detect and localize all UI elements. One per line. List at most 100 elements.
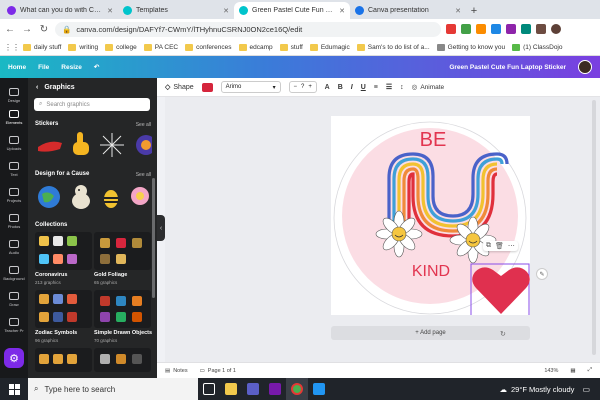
rail-item-audio[interactable]: Audio	[0, 240, 28, 255]
bookmark[interactable]: daily stuff	[23, 43, 61, 51]
menu-home[interactable]: Home	[8, 64, 26, 71]
fullscreen-icon[interactable]: ⤢	[588, 367, 592, 374]
file-explorer-icon[interactable]	[220, 378, 242, 400]
sticker-pointing-hand-thumb[interactable]	[68, 130, 92, 158]
sticker-design[interactable]: BE KIND	[331, 116, 530, 315]
back-chevron-icon[interactable]: ‹	[36, 84, 38, 91]
rail-item-elements[interactable]: Elements	[0, 110, 28, 125]
bookmark[interactable]: (1) ClassDojo	[512, 43, 563, 51]
extension-icon[interactable]	[446, 24, 456, 34]
rail-item-text[interactable]: Text	[0, 162, 28, 177]
minus-icon[interactable]: −	[293, 84, 297, 90]
design-text-kind[interactable]: KIND	[412, 263, 450, 280]
cause-world-thumb[interactable]	[36, 182, 62, 212]
shape-button[interactable]: ◇ Shape	[165, 83, 194, 92]
browser-tab[interactable]: Canva presentation ✕	[350, 2, 466, 19]
chrome-icon[interactable]	[286, 378, 308, 400]
task-view-icon[interactable]	[198, 378, 220, 400]
heart-shape[interactable]	[472, 267, 530, 314]
back-icon[interactable]: ←	[4, 24, 16, 35]
sticker-firework-thumb[interactable]	[98, 132, 126, 158]
bookmark[interactable]: edcamp	[238, 43, 273, 51]
rail-item-draw[interactable]: Draw	[0, 292, 28, 307]
trash-icon[interactable]: 🗑	[495, 242, 504, 250]
weather-widget[interactable]: ☁ 29°F Mostly cloudy	[499, 385, 582, 394]
close-tab-icon[interactable]: ✕	[339, 7, 345, 15]
extension-icon[interactable]	[506, 24, 516, 34]
undo-icon[interactable]: ↶	[94, 63, 99, 71]
color-swatch[interactable]	[201, 82, 213, 92]
taskbar-search-input[interactable]: ⌕ Type here to search	[28, 378, 198, 400]
more-options-icon[interactable]: ⋯	[508, 242, 515, 250]
extension-icon[interactable]	[536, 24, 546, 34]
browser-tab[interactable]: Templates ✕	[118, 2, 234, 19]
sticker-badge-thumb[interactable]	[132, 132, 152, 158]
animate-button[interactable]: ◎ Animate	[412, 83, 445, 92]
forward-icon[interactable]: →	[21, 24, 33, 35]
panel-scrollbar[interactable]	[152, 178, 155, 298]
teams-icon[interactable]	[242, 378, 264, 400]
canvas-scrollbar[interactable]	[592, 100, 596, 355]
collection-coronavirus-card[interactable]	[35, 232, 92, 270]
see-all-cause[interactable]: See all	[136, 172, 151, 178]
bookmark[interactable]: conferences	[185, 43, 232, 51]
bookmark[interactable]: Sam's to do list of a...	[356, 43, 430, 51]
cause-bee-thumb[interactable]	[100, 182, 122, 212]
bold-button[interactable]: B	[338, 84, 343, 91]
see-all-stickers[interactable]: See all	[136, 122, 151, 128]
onenote-icon[interactable]	[264, 378, 286, 400]
new-tab-button[interactable]: +	[466, 2, 482, 19]
comment-icon[interactable]: ✎	[536, 268, 548, 280]
bookmark[interactable]: college	[105, 43, 137, 51]
rail-item-background[interactable]: Background	[0, 266, 28, 281]
document-title[interactable]: Green Pastel Cute Fun Laptop Sticker	[449, 64, 566, 71]
collection-gold-foliage-card[interactable]	[94, 232, 151, 270]
copy-icon[interactable]: ⧉	[486, 242, 491, 250]
url-field[interactable]: 🔒 canva.com/design/DAFYf7-CWmY/lTHyhnuCS…	[55, 21, 441, 37]
cause-flower-thumb[interactable]	[128, 182, 152, 212]
magic-gear-button[interactable]: ⚙	[4, 348, 24, 368]
font-select[interactable]: Arimo ▾	[220, 81, 281, 93]
bookmark[interactable]: Edumagic	[309, 43, 350, 51]
list-icon[interactable]: ☰	[386, 83, 392, 91]
browser-tab-active[interactable]: Green Pastel Cute Fun Laptop St ✕	[234, 2, 350, 19]
user-avatar[interactable]	[578, 60, 592, 74]
extension-icon[interactable]	[461, 24, 471, 34]
cause-dog-thumb[interactable]	[68, 181, 94, 213]
grid-view-icon[interactable]: ▦	[570, 368, 575, 374]
collection-simple-drawn-card[interactable]	[94, 290, 151, 328]
sticker-red-paint-thumb[interactable]	[36, 133, 64, 157]
plus-icon[interactable]: +	[308, 84, 312, 90]
rail-item-uploads[interactable]: Uploads	[0, 136, 28, 151]
rail-item-teacher[interactable]: Teacher Pr	[0, 318, 28, 333]
extension-icon[interactable]	[521, 24, 531, 34]
menu-file[interactable]: File	[38, 64, 49, 71]
windows-start-button[interactable]	[0, 378, 28, 400]
bookmark[interactable]: stuff	[279, 43, 303, 51]
collection-zodiac-card[interactable]	[35, 290, 92, 328]
page-indicator[interactable]: ▭ Page 1 of 1	[200, 368, 236, 374]
spacing-icon[interactable]: ↕	[400, 84, 404, 91]
collection-card[interactable]	[94, 348, 151, 372]
close-tab-icon[interactable]: ✕	[223, 7, 229, 15]
bookmark[interactable]: writing	[68, 43, 98, 51]
app-icon[interactable]	[308, 378, 330, 400]
apps-grid-icon[interactable]: ⋮⋮	[4, 43, 20, 52]
graphics-search-input[interactable]: ⌕ Search graphics	[34, 98, 150, 111]
rail-item-photos[interactable]: Photos	[0, 214, 28, 229]
notification-icon[interactable]: ▭	[582, 385, 600, 394]
align-icon[interactable]: ≡	[374, 84, 378, 91]
rotate-page-icon[interactable]: ↻	[500, 330, 506, 338]
text-color-icon[interactable]: A	[325, 84, 330, 91]
close-tab-icon[interactable]: ✕	[455, 7, 461, 15]
collection-card[interactable]	[35, 348, 92, 372]
extension-icon[interactable]	[491, 24, 501, 34]
bookmark[interactable]: PA CEC	[143, 43, 178, 51]
menu-resize[interactable]: Resize	[61, 64, 82, 71]
italic-button[interactable]: I	[351, 84, 353, 91]
profile-avatar-icon[interactable]	[551, 24, 561, 34]
close-tab-icon[interactable]: ✕	[107, 7, 113, 15]
rail-item-projects[interactable]: Projects	[0, 188, 28, 203]
browser-tab[interactable]: What can you do with Canva EC ✕	[2, 2, 118, 19]
collapse-panel-button[interactable]: ‹	[157, 215, 165, 241]
